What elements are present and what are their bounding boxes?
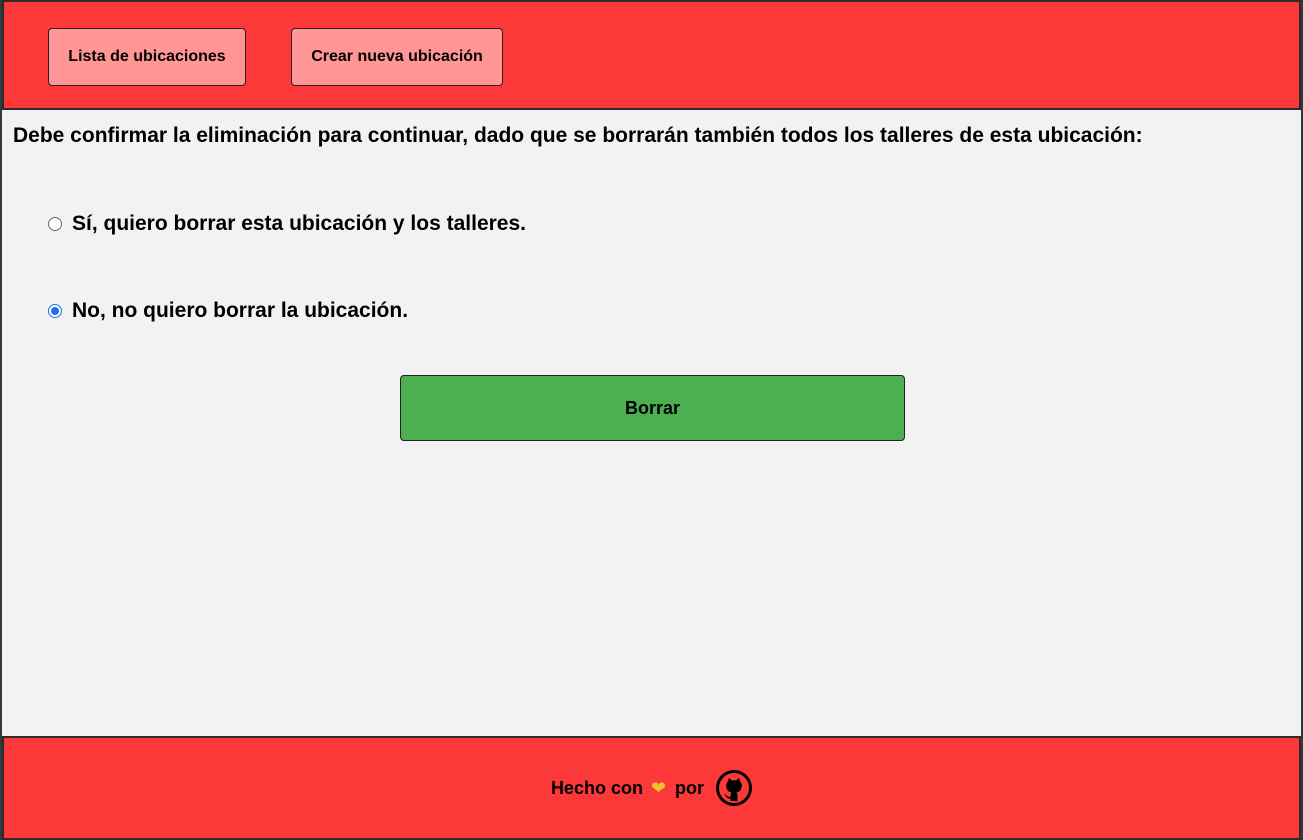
footer: Hecho con ❤ por bbox=[2, 736, 1301, 840]
confirm-delete-label: Sí, quiero borrar esta ubicación y los t… bbox=[72, 212, 526, 235]
cancel-delete-label: No, no quiero borrar la ubicación. bbox=[72, 299, 409, 322]
confirm-delete-radio[interactable] bbox=[48, 217, 62, 231]
footer-made-with: Hecho con bbox=[550, 777, 643, 798]
yellow-heart-icon: ❤ bbox=[650, 777, 667, 798]
delete-submit-label: Borrar bbox=[624, 397, 681, 418]
header: Lista de ubicaciones Crear nueva ubicaci… bbox=[2, 0, 1301, 110]
location-list-button[interactable]: Lista de ubicaciones bbox=[48, 28, 246, 86]
main-content: Debe confirmar la eliminación para conti… bbox=[2, 110, 1301, 736]
create-location-button[interactable]: Crear nueva ubicación bbox=[291, 28, 503, 86]
confirmation-prompt: Debe confirmar la eliminación para conti… bbox=[13, 124, 1143, 147]
confirm-delete-option[interactable]: Sí, quiero borrar esta ubicación y los t… bbox=[48, 212, 526, 236]
footer-by: por bbox=[675, 777, 705, 798]
github-icon[interactable] bbox=[716, 770, 753, 806]
page: Lista de ubicaciones Crear nueva ubicaci… bbox=[0, 0, 1303, 840]
cancel-delete-option[interactable]: No, no quiero borrar la ubicación. bbox=[48, 299, 408, 323]
create-location-label: Crear nueva ubicación bbox=[311, 48, 483, 65]
cancel-delete-radio[interactable] bbox=[48, 304, 62, 318]
location-list-label: Lista de ubicaciones bbox=[68, 48, 226, 65]
delete-submit-button[interactable]: Borrar bbox=[400, 375, 905, 441]
